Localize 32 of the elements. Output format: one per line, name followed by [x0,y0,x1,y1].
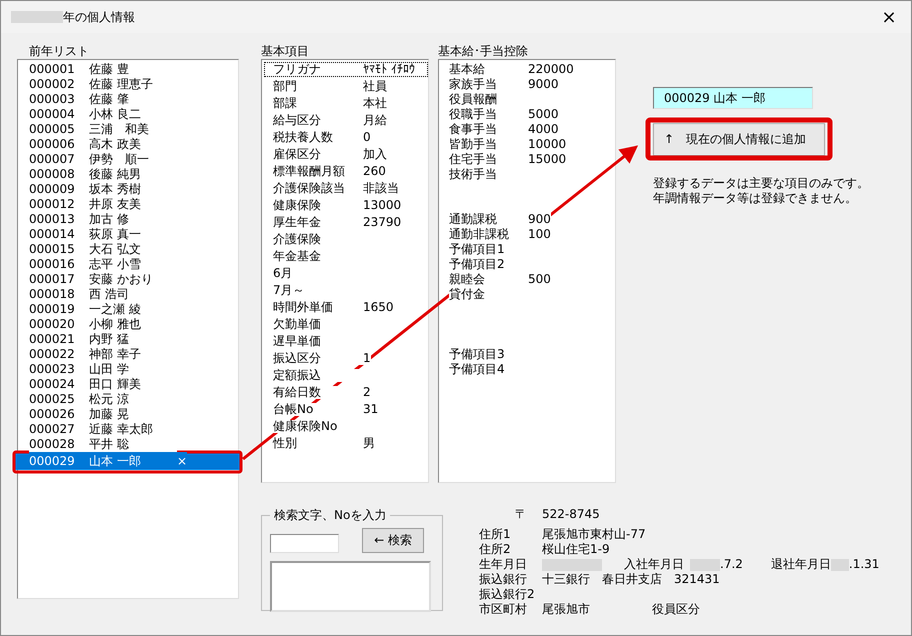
search-field[interactable] [270,534,339,553]
group-label: 検索文字、Noを入力 [273,507,388,524]
blurred-text [11,11,63,23]
info-label: 退社年月日 [770,557,831,572]
info-value: .7.2 [720,557,743,572]
close-button[interactable]: × [877,6,901,28]
info-label: 入社年月日 [624,557,684,572]
info-label: 振込銀行 [479,572,528,587]
info-value: 桜山住宅1-9 [542,542,610,557]
postal-code: 522-8745 [542,507,600,522]
list-label: 基本項目 [261,43,310,59]
info-value: 尾張旭市 [542,602,590,617]
list-item[interactable]: フリガナ ﾔﾏﾓﾄ ｲﾁﾛｳ [264,62,428,77]
info-label: 住所1 [479,527,512,542]
info-label: 振込銀行2 [479,587,536,602]
list-label: 前年リスト [28,43,90,59]
note-text: 登録するデータは主要な項目のみです。 年調情報データ等は登録できません。 [653,176,870,206]
list-label: 基本給･手当控除 [438,43,529,59]
selected-employee-field[interactable]: 000029 山本 一郎 [653,87,813,109]
list-item[interactable]: 000029 山本 一郎 × [15,452,241,470]
search-button[interactable]: ← 検索 [362,528,424,553]
info-value: 十三銀行 春日井支店 321431 [542,572,720,587]
window-title: 年の個人情報 [63,8,135,26]
results-box[interactable] [270,561,431,612]
info-label: 住所2 [479,542,512,557]
info-label: 役員区分 [652,602,700,617]
add-button[interactable]: ↑ 現在の個人情報に追加 [653,123,825,156]
info-value: 尾張旭市東村山-77 [542,527,646,542]
info-label: 生年月日 [479,557,528,572]
info-label: 市区町村 [479,602,528,617]
postal-mark: 〒 [514,507,528,522]
info-value: .1.31 [848,557,880,572]
